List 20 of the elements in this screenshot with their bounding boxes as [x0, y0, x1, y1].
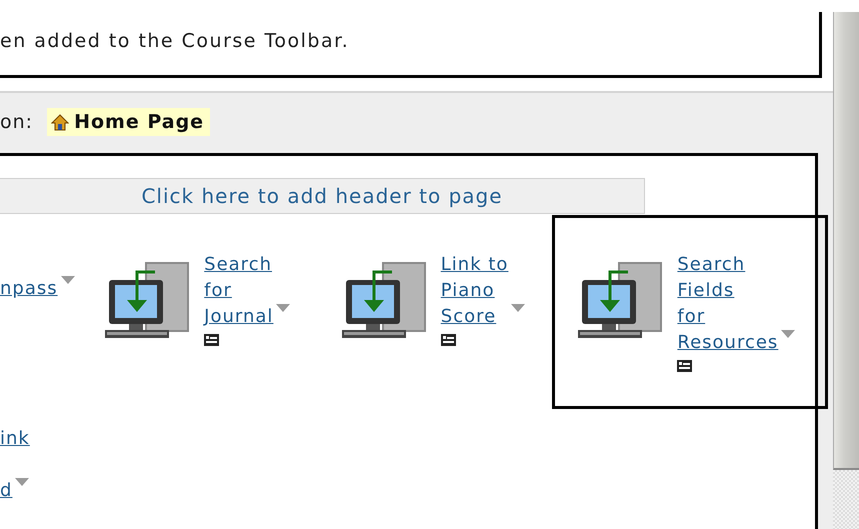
dropdown-caret-icon[interactable]	[276, 304, 290, 312]
dropdown-caret-icon[interactable]	[781, 330, 796, 338]
tool-link[interactable]: Link to Piano Score	[440, 252, 508, 330]
dropdown-caret-icon[interactable]	[511, 304, 526, 312]
tool-link[interactable]: d	[0, 478, 12, 504]
properties-icon[interactable]	[204, 334, 220, 346]
properties-icon[interactable]	[440, 334, 456, 346]
notice-text: en added to the Course Toolbar.	[0, 30, 350, 54]
scrollbar-thumb[interactable]	[833, 12, 859, 470]
tool-link[interactable]: npass	[0, 276, 58, 302]
location-label: on:	[0, 111, 34, 133]
tool-link[interactable]: ink	[0, 426, 30, 452]
tool-link[interactable]: Search for Journal	[204, 252, 274, 330]
dropdown-caret-icon[interactable]	[15, 478, 30, 486]
add-header-button[interactable]: Click here to add header to page	[0, 178, 645, 214]
dropdown-caret-icon[interactable]	[60, 276, 75, 284]
properties-icon[interactable]	[677, 360, 692, 372]
home-page-breadcrumb[interactable]: Home Page	[47, 108, 210, 136]
tool-link[interactable]: Search Fields for Resources	[677, 252, 778, 356]
house-icon	[51, 114, 70, 130]
